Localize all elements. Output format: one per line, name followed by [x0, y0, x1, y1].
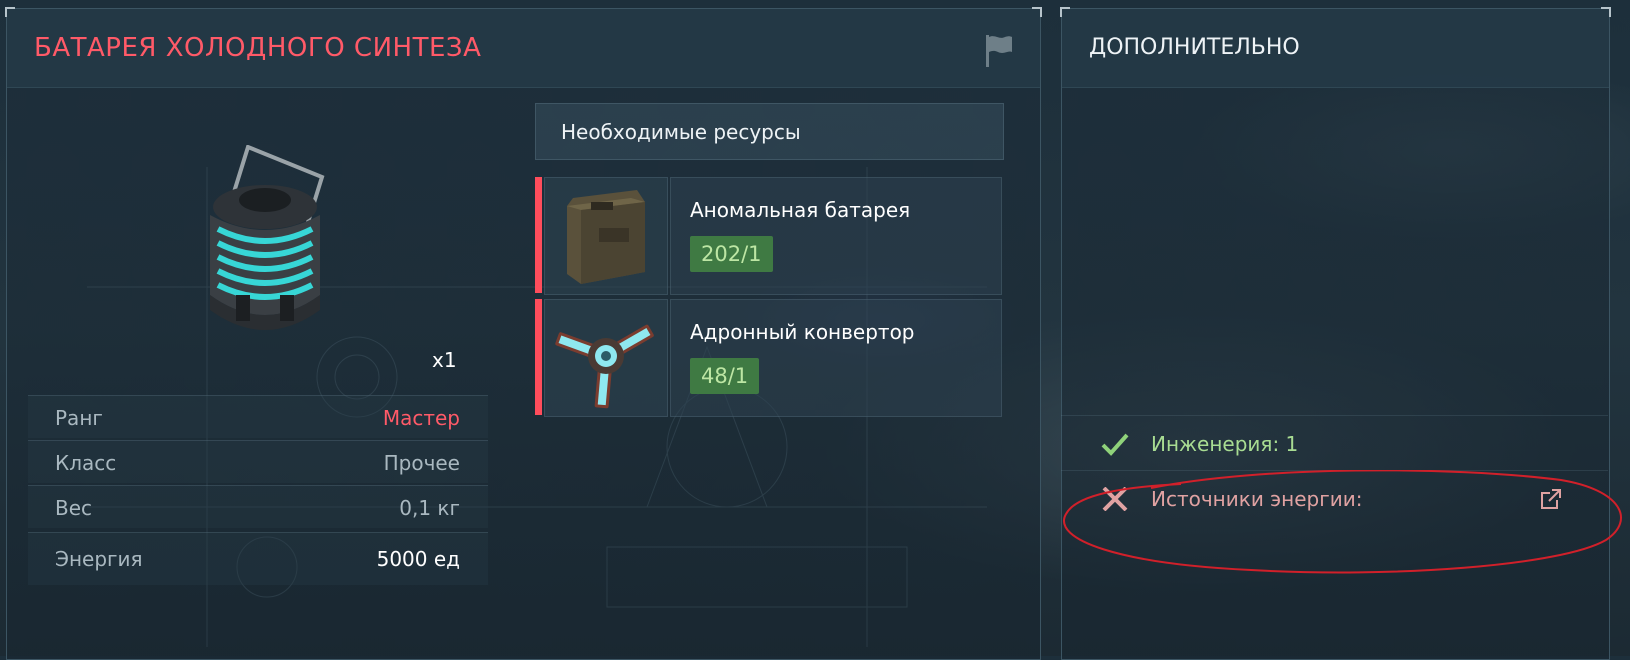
panel-header: ДОПОЛНИТЕЛЬНО — [1062, 9, 1609, 88]
stat-label: Ранг — [55, 406, 103, 430]
resource-thumb — [544, 299, 668, 417]
missing-indicator — [535, 299, 542, 415]
requirement-row[interactable]: Источники энергии: — [1061, 470, 1608, 525]
required-resources-header: Необходимые ресурсы — [535, 103, 1004, 160]
resource-name: Аномальная батарея — [690, 198, 911, 222]
stat-row-weight: Вес 0,1 кг — [28, 485, 488, 528]
additional-title: ДОПОЛНИТЕЛЬНО — [1089, 35, 1300, 60]
stat-label: Класс — [55, 451, 117, 475]
item-title: БАТАРЕЯ ХОЛОДНОГО СИНТЕЗА — [34, 33, 482, 63]
additional-panel: ДОПОЛНИТЕЛЬНО — [1060, 7, 1611, 660]
required-resources-label: Необходимые ресурсы — [561, 120, 801, 144]
stat-value: 5000 ед — [376, 547, 460, 571]
anomalous-battery-icon — [567, 190, 645, 284]
cold-fusion-battery-icon — [210, 145, 325, 330]
check-icon — [1101, 433, 1129, 456]
resource-thumb — [544, 177, 668, 295]
missing-indicator — [535, 177, 542, 293]
requirement-row: Инженерия: 1 — [1061, 415, 1608, 470]
requirement-text: Источники энергии: — [1151, 487, 1363, 511]
stat-row-energy: Энергия 5000 ед — [28, 532, 488, 585]
resource-count: 202/1 — [690, 236, 773, 272]
resource-info: Адронный конвертор 48/1 — [670, 299, 1002, 417]
stat-row-class: Класс Прочее — [28, 440, 488, 483]
stat-label: Вес — [55, 496, 93, 520]
resource-item[interactable]: Аномальная батарея 202/1 — [535, 177, 1002, 295]
stats-table: Ранг Мастер Класс Прочее Вес 0,1 кг Энер… — [28, 395, 488, 587]
stat-label: Энергия — [55, 547, 143, 571]
item-quantity: x1 — [432, 348, 457, 372]
external-link-icon[interactable] — [1540, 488, 1562, 510]
requirement-text: Инженерия: 1 — [1151, 432, 1299, 456]
resource-count: 48/1 — [690, 358, 760, 394]
stat-row-rank: Ранг Мастер — [28, 395, 488, 438]
flag-icon[interactable] — [984, 33, 1014, 69]
stat-value: 0,1 кг — [399, 496, 460, 520]
cross-icon — [1102, 487, 1128, 511]
stat-value: Прочее — [383, 451, 460, 475]
panel-header: БАТАРЕЯ ХОЛОДНОГО СИНТЕЗА — [7, 9, 1040, 88]
stat-value: Мастер — [382, 406, 460, 430]
resource-info: Аномальная батарея 202/1 — [670, 177, 1002, 295]
resource-item[interactable]: Адронный конвертор 48/1 — [535, 299, 1002, 417]
hadron-converter-icon — [555, 324, 654, 409]
requirements-list: Инженерия: 1 Источники энергии: — [1061, 415, 1608, 525]
resource-name: Адронный конвертор — [690, 320, 915, 344]
